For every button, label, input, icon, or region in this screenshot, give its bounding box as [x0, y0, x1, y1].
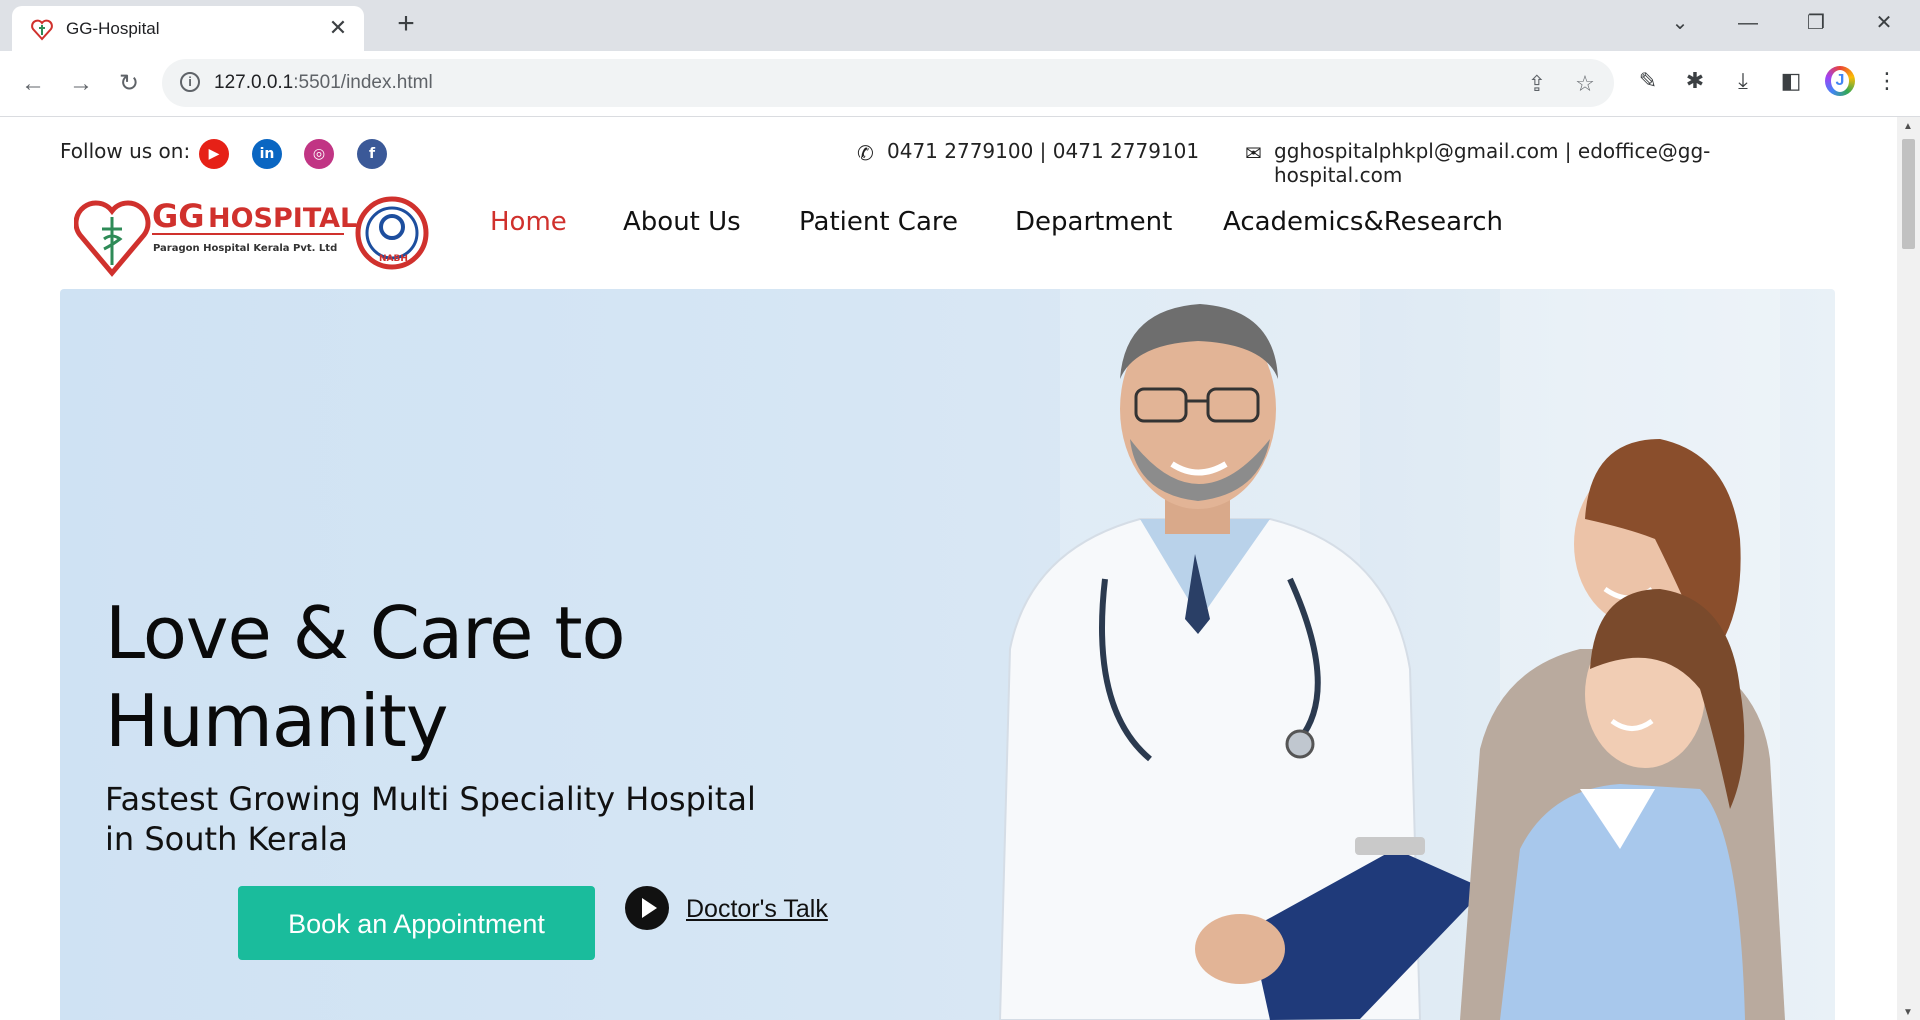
profile-avatar[interactable]: J	[1825, 66, 1855, 96]
extensions-icon[interactable]: ✱	[1680, 66, 1710, 96]
browser-toolbar: ← → ↻ i 127.0.0.1:5501/index.html ⇪ ☆	[0, 51, 1920, 117]
youtube-icon[interactable]: ▶	[199, 139, 229, 169]
close-window-icon[interactable]: ✕	[1866, 8, 1902, 38]
contact-bar: Follow us on: ▶ in ◎ f ✆ 0471 2779100 | …	[60, 129, 1835, 187]
tab-close-icon[interactable]: ✕	[326, 16, 350, 40]
back-icon[interactable]: ←	[18, 69, 48, 99]
scrollbar-thumb[interactable]	[1902, 139, 1915, 249]
url-text[interactable]: 127.0.0.1:5501/index.html	[214, 72, 433, 94]
page-viewport: Follow us on: ▶ in ◎ f ✆ 0471 2779100 | …	[0, 117, 1897, 1020]
address-bar[interactable]: i 127.0.0.1:5501/index.html ⇪ ☆	[162, 59, 1614, 107]
svg-text:GG: GG	[152, 197, 205, 235]
new-tab-icon[interactable]: +	[391, 9, 421, 39]
eyedropper-icon[interactable]: ✎	[1633, 66, 1663, 96]
tab-search-icon[interactable]: ⌄	[1662, 8, 1698, 38]
nav-about-us[interactable]: About Us	[623, 207, 741, 237]
instagram-icon[interactable]: ◎	[304, 139, 334, 169]
forward-icon[interactable]: →	[66, 69, 96, 99]
follow-label: Follow us on:	[60, 139, 191, 163]
tab-title: GG-Hospital	[66, 19, 160, 38]
mail-icon: ✉	[1245, 141, 1262, 165]
bookmark-star-icon[interactable]: ☆	[1572, 71, 1598, 97]
hospital-heart-icon	[31, 19, 53, 41]
menu-kebab-icon[interactable]: ⋮	[1872, 66, 1902, 96]
minimize-icon[interactable]: —	[1730, 8, 1766, 38]
share-icon[interactable]: ⇪	[1524, 71, 1550, 97]
reload-icon[interactable]: ↻	[114, 69, 144, 99]
svg-text:NABH: NABH	[379, 254, 408, 264]
browser-tab-strip: GG-Hospital ✕ + ⌄ — ❐ ✕	[0, 0, 1920, 51]
facebook-icon[interactable]: f	[357, 139, 387, 169]
browser-tab[interactable]: GG-Hospital ✕	[12, 6, 364, 51]
phone-numbers[interactable]: 0471 2779100 | 0471 2779101	[887, 139, 1199, 163]
scroll-up-icon[interactable]: ▲	[1903, 121, 1913, 132]
play-icon[interactable]	[625, 886, 669, 930]
download-icon[interactable]: ⤓	[1728, 66, 1758, 96]
nav-department[interactable]: Department	[1015, 207, 1172, 237]
restore-icon[interactable]: ❐	[1798, 8, 1834, 38]
nav-home[interactable]: Home	[490, 207, 567, 237]
gg-hospital-logo[interactable]: GG HOSPITAL Paragon Hospital Kerala Pvt.…	[74, 187, 430, 279]
svg-text:Paragon Hospital Kerala Pvt. L: Paragon Hospital Kerala Pvt. Ltd	[153, 243, 337, 254]
hero-banner: Love & Care to Humanity Fastest Growing …	[60, 289, 1835, 1020]
scroll-down-icon[interactable]: ▼	[1903, 1007, 1913, 1018]
svg-text:HOSPITAL: HOSPITAL	[208, 203, 357, 234]
page-scrollbar[interactable]: ▲ ▼	[1897, 117, 1920, 1020]
site-info-icon[interactable]: i	[180, 72, 200, 92]
hero-headline: Love & Care to Humanity	[105, 591, 626, 763]
hero-subheadline: Fastest Growing Multi Speciality Hospita…	[105, 780, 756, 858]
email-addresses[interactable]: gghospitalphkpl@gmail.com | edoffice@gg-…	[1274, 139, 1835, 187]
book-appointment-button[interactable]: Book an Appointment	[238, 886, 595, 960]
nav-patient-care[interactable]: Patient Care	[799, 207, 958, 237]
linkedin-icon[interactable]: in	[252, 139, 282, 169]
side-panel-icon[interactable]: ◧	[1776, 66, 1806, 96]
nav-academics-research[interactable]: Academics&Research	[1223, 207, 1503, 237]
doctors-talk-link[interactable]: Doctor's Talk	[686, 895, 828, 924]
doctor-and-family-photo	[998, 304, 1785, 1020]
phone-icon: ✆	[857, 141, 874, 165]
